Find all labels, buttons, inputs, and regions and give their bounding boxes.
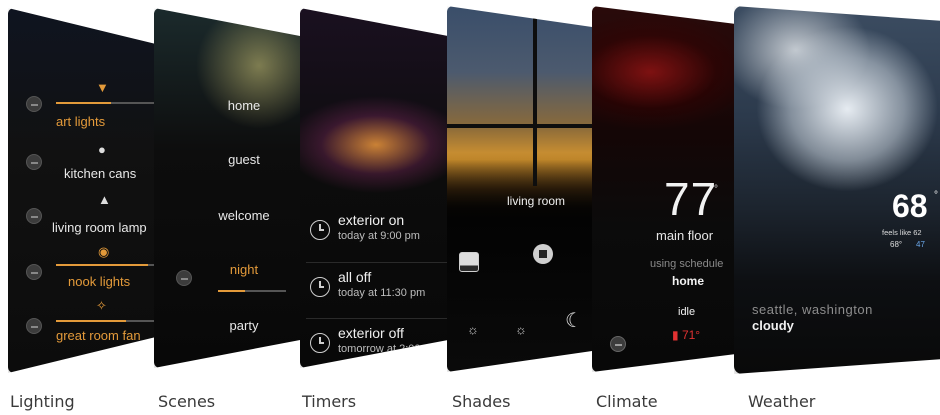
scene-item-home[interactable]: home [154,98,304,113]
timer-time: today at 11:30 pm [338,287,426,299]
weather-panel: 68 ° feels like 62 68° 47 seattle, washi… [734,6,940,374]
setpoint-value: 71° [681,328,701,342]
dim-button-nook-lights[interactable] [26,264,42,280]
clock-icon [310,277,330,297]
dim-button-living-room-lamp[interactable] [26,208,42,224]
timer-title: exterior off [338,325,404,341]
timer-time: today at 9:00 pm [338,230,420,242]
degree-symbol: ° [714,184,718,195]
dim-button-art-lights[interactable] [26,96,42,112]
pendant-light-icon: ◉ [98,244,110,259]
clock-icon [310,220,330,240]
current-temperature: 77 [664,173,718,225]
timer-title: all off [338,269,372,285]
speed-slider-great-room-fan[interactable] [56,320,156,322]
scene-item-party[interactable]: party [154,318,304,333]
caption-lighting: Lighting [10,392,75,411]
weather-temperature: 68 [892,188,928,224]
degree-symbol: ° [934,190,938,201]
spotlight-icon: ▼ [96,80,109,95]
shade-lower-button[interactable] [459,252,479,272]
caption-scenes: Scenes [158,392,216,411]
caption-shades: Shades [452,392,511,411]
weather-low: 68° [890,240,903,249]
caption-weather: Weather [748,392,816,411]
ceiling-fan-icon: ✧ [96,298,107,313]
light-label-art-lights[interactable]: art lights [56,114,105,129]
weather-condition: cloudy [752,318,794,333]
hvac-state: idle [678,306,696,318]
timer-time: tomorrow at 2:00 am [338,343,439,355]
lamp-icon: ▲ [98,192,111,207]
scene-dim-button[interactable] [176,270,192,286]
climate-panel: 77 ° main floor using schedule home idle… [592,6,738,372]
shade-stop-button[interactable] [533,244,553,264]
dim-button-kitchen-cans[interactable] [26,154,42,170]
moon-icon[interactable]: ☾ [565,308,583,333]
clock-icon [310,333,330,353]
sun-icon[interactable]: ☼ [515,322,527,337]
scene-level-slider[interactable] [218,290,286,292]
caption-climate: Climate [596,392,658,411]
light-label-kitchen-cans[interactable]: kitchen cans [64,166,136,181]
brightness-slider-nook-lights[interactable] [56,264,156,266]
schedule-mode[interactable]: home [672,274,704,288]
climate-zone[interactable]: main floor [656,228,713,243]
lighting-panel: ▼ art lights ● kitchen cans ▲ living roo… [8,8,158,373]
shades-panel: living room ☼ ☼ ☾ [447,6,599,372]
light-label-living-room-lamp[interactable]: living room lamp [52,220,147,235]
decrease-setpoint-button[interactable] [610,336,626,352]
thermometer-icon: ▮ [672,328,679,342]
shade-room-label: living room [507,194,566,208]
timer-row[interactable]: exterior on today at 9:00 pm [306,206,452,262]
dim-button-great-room-fan[interactable] [26,318,42,334]
weather-location: seattle, washington [752,302,873,317]
light-label-great-room-fan[interactable]: great room fan [56,328,141,343]
timer-row[interactable]: exterior off tomorrow at 2:00 am [306,318,452,368]
sunrise-icon[interactable]: ☼ [467,322,479,337]
setpoint[interactable]: ▮ 71° [672,328,700,342]
timers-panel: exterior on today at 9:00 pm all off tod… [300,8,452,368]
window-mullion [447,124,599,128]
scenes-panel: home guest welcome night party [154,8,304,368]
schedule-label: using schedule [650,258,724,270]
weather-high: 47 [916,240,925,249]
scene-item-guest[interactable]: guest [154,152,304,167]
timer-row[interactable]: all off today at 11:30 pm [306,262,452,318]
timer-title: exterior on [338,212,405,228]
brightness-slider-art-lights[interactable] [56,102,156,104]
window-mullion [533,6,537,186]
light-label-nook-lights[interactable]: nook lights [68,274,130,289]
caption-timers: Timers [302,392,357,411]
scene-item-welcome[interactable]: welcome [154,208,304,223]
feels-like: feels like 62 [882,228,922,237]
can-light-icon: ● [98,142,106,157]
